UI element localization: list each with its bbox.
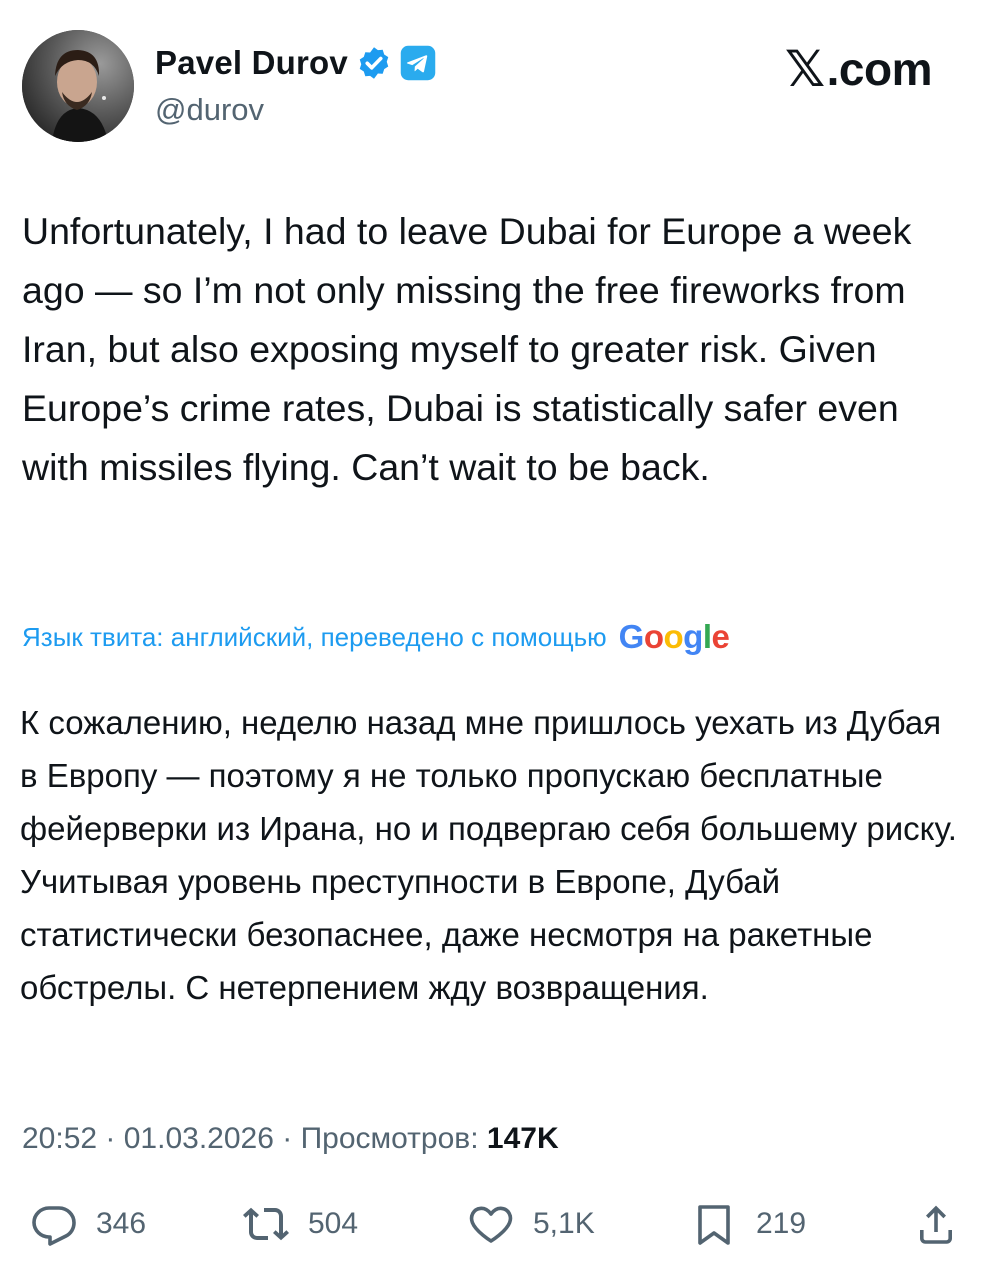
views-count[interactable]: 147K: [487, 1122, 559, 1155]
google-logo-letter: o: [643, 618, 664, 655]
translation-label: Язык твита: английский, переведено с пом…: [22, 621, 607, 652]
author-name-line: Pavel Durov: [155, 44, 436, 82]
share-button[interactable]: [912, 1200, 960, 1248]
reply-count: 346: [96, 1207, 147, 1240]
author-handle[interactable]: @durov: [155, 92, 264, 128]
meta-separator: ·: [273, 1122, 301, 1155]
tweet-header: Pavel Durov @durov 𝕏 .com: [22, 30, 962, 150]
repost-button[interactable]: 504: [242, 1200, 358, 1248]
google-logo-letter: l: [702, 618, 712, 655]
share-icon: [920, 1205, 952, 1244]
author-display-name[interactable]: Pavel Durov: [155, 44, 348, 82]
repost-icon: [243, 1207, 289, 1241]
site-logo-text: .com: [826, 43, 933, 95]
views-label: Просмотров:: [300, 1122, 487, 1155]
reply-button[interactable]: 346: [30, 1200, 146, 1248]
x-logo-icon: 𝕏: [784, 41, 825, 97]
reply-icon: [32, 1206, 76, 1246]
telegram-icon: [400, 45, 436, 81]
bookmark-count: 219: [756, 1207, 807, 1240]
avatar[interactable]: [22, 30, 134, 142]
tweet-text: Unfortunately, I had to leave Dubai for …: [22, 210, 912, 488]
verified-badge-icon: [356, 45, 392, 81]
like-button[interactable]: 5,1K: [467, 1200, 595, 1248]
repost-count: 504: [308, 1207, 359, 1240]
google-logo-letter: e: [711, 618, 730, 655]
google-logo-letter: G: [618, 618, 645, 655]
bookmark-button[interactable]: 219: [690, 1200, 806, 1248]
translated-text: К сожалению, неделю назад мне пришлось у…: [20, 704, 957, 1006]
google-logo: Google: [619, 618, 730, 656]
google-logo-letter: o: [663, 618, 684, 655]
tweet-actions: 346 504 5,1K 219: [22, 1200, 962, 1260]
google-logo-letter: g: [683, 618, 703, 655]
like-count: 5,1K: [533, 1207, 595, 1240]
bookmark-icon: [698, 1205, 730, 1245]
tweet-time[interactable]: 20:52: [22, 1122, 97, 1155]
avatar-image: [22, 30, 134, 142]
translation-notice[interactable]: Язык твита: английский, переведено с пом…: [22, 618, 730, 656]
meta-separator: ·: [97, 1122, 124, 1155]
site-logo: 𝕏 .com: [784, 40, 933, 98]
tweet-meta: 20:52 · 01.03.2026 · Просмотров: 147K: [22, 1122, 559, 1156]
like-icon: [469, 1206, 513, 1243]
tweet-date[interactable]: 01.03.2026: [124, 1122, 274, 1155]
